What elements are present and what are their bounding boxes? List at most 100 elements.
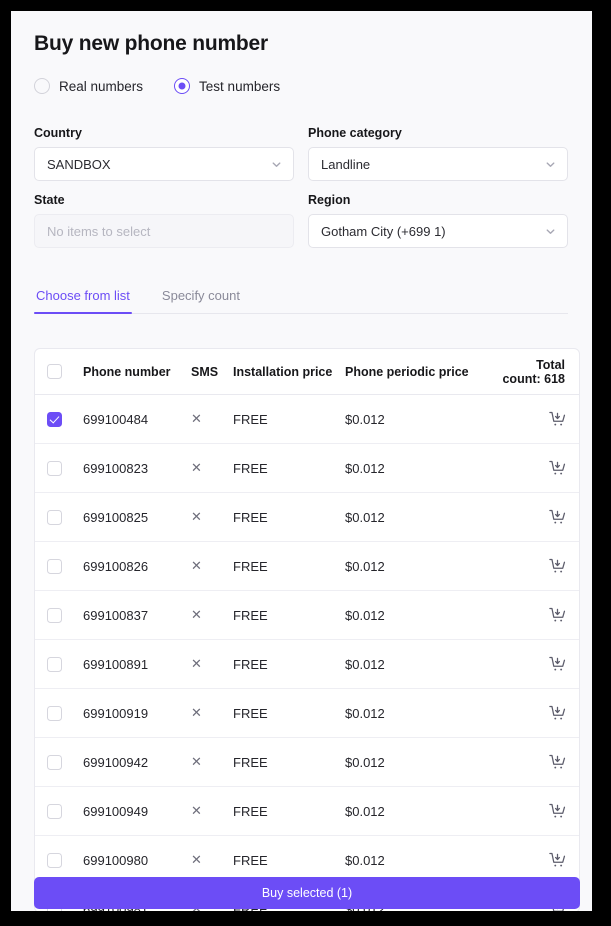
chevron-down-icon [270,158,283,171]
cell-phone-number: 699100891 [83,656,149,672]
table-row[interactable]: 699100837 ✕ FREE $0.012 [35,591,579,640]
cart-add-icon[interactable] [548,557,567,576]
table-row[interactable]: 699100949 ✕ FREE $0.012 [35,787,579,836]
table-row[interactable]: 699100823 ✕ FREE $0.012 [35,444,579,493]
row-checkbox[interactable] [47,803,62,819]
cell-cart[interactable] [535,508,579,527]
row-checkbox[interactable] [47,509,62,525]
label-region: Region [308,193,351,207]
select-state: No items to select [34,214,294,248]
table-row[interactable]: 699100942 ✕ FREE $0.012 [35,738,579,787]
tab-specify-count[interactable]: Specify count [160,282,242,313]
table-row[interactable]: 699100825 ✕ FREE $0.012 [35,493,579,542]
row-checkbox[interactable] [47,411,62,427]
cell-phone-periodic-price: $0.012 [345,558,385,574]
row-checkbox[interactable] [47,656,62,672]
radio-icon-test-numbers[interactable] [174,78,191,94]
row-checkbox[interactable] [47,705,62,721]
cell-installation-price: FREE [233,754,268,770]
cell-installation-price: FREE [233,411,268,427]
buy-selected-button[interactable]: Buy selected (1) [34,877,580,909]
cell-cart[interactable] [535,655,579,674]
cell-sms: ✕ [191,460,202,475]
table-row[interactable]: 699100826 ✕ FREE $0.012 [35,542,579,591]
row-checkbox[interactable] [47,558,62,574]
field-country: Country SANDBOX [34,126,294,181]
table-body: 699100484 ✕ FREE $0.012 699100823 ✕ FREE $0.012… [35,395,579,911]
tab-choose-from-list[interactable]: Choose from list [34,282,132,315]
page-title: Buy new phone number [34,32,269,55]
cell-sms: ✕ [191,509,202,524]
radio-icon-real-numbers[interactable] [34,78,50,94]
cart-add-icon[interactable] [548,753,567,772]
cell-sms: ✕ [191,754,202,769]
label-phone-category: Phone category [308,126,402,140]
cell-phone-number: 699100825 [83,509,149,525]
cart-add-icon[interactable] [548,459,567,478]
row-checkbox[interactable] [47,607,62,623]
row-checkbox[interactable] [47,852,62,868]
cell-phone-periodic-price: $0.012 [345,460,385,476]
cell-phone-number: 699100919 [83,705,149,721]
cell-phone-periodic-price: $0.012 [345,607,385,623]
cell-installation-price: FREE [233,607,268,623]
cart-add-icon[interactable] [548,704,567,723]
cell-cart[interactable] [535,802,579,821]
cell-phone-number: 699100826 [83,558,149,574]
cart-add-icon[interactable] [548,851,567,870]
row-checkbox[interactable] [47,754,62,770]
radio-option-test-numbers[interactable]: Test numbers [174,78,280,94]
phone-numbers-table: Phone number SMS Installation price Phon… [34,348,580,911]
radio-label-real-numbers: Real numbers [59,78,144,94]
cell-installation-price: FREE [233,509,268,525]
radio-option-real-numbers[interactable]: Real numbers [34,78,143,94]
chevron-down-icon [544,225,557,238]
cart-add-icon[interactable] [548,508,567,527]
field-phone-category: Phone category Landline [308,126,568,181]
column-header-sms: SMS [191,364,219,379]
total-count-label: Total count: 618 [502,357,565,386]
column-header-phone-periodic-price: Phone periodic price [345,364,469,379]
cell-cart[interactable] [535,851,579,870]
table-header-row: Phone number SMS Installation price Phon… [35,349,579,395]
cell-installation-price: FREE [233,656,268,672]
cart-add-icon[interactable] [548,802,567,821]
cell-phone-periodic-price: $0.012 [345,411,385,427]
cell-installation-price: FREE [233,803,268,819]
select-region-value: Gotham City (+699 1) [321,223,446,239]
select-country[interactable]: SANDBOX [34,147,294,181]
cell-sms: ✕ [191,852,202,867]
cell-sms: ✕ [191,656,202,671]
cart-add-icon[interactable] [548,606,567,625]
cell-cart[interactable] [535,410,579,429]
cell-installation-price: FREE [233,460,268,476]
cell-phone-periodic-price: $0.012 [345,509,385,525]
cell-phone-periodic-price: $0.012 [345,656,385,672]
table-row[interactable]: 699100891 ✕ FREE $0.012 [35,640,579,689]
select-phone-category[interactable]: Landline [308,147,568,181]
cell-phone-number: 699100980 [83,852,149,868]
cart-add-icon[interactable] [548,655,567,674]
select-phone-category-value: Landline [321,156,371,172]
cell-sms: ✕ [191,411,202,426]
cart-add-icon[interactable] [548,410,567,429]
table-row[interactable]: 699100484 ✕ FREE $0.012 [35,395,579,444]
cell-cart[interactable] [535,557,579,576]
cell-phone-periodic-price: $0.012 [345,705,385,721]
cell-cart[interactable] [535,704,579,723]
chevron-down-icon [544,158,557,171]
select-all-checkbox[interactable] [47,364,62,379]
cell-installation-price: FREE [233,852,268,868]
cell-sms: ✕ [191,803,202,818]
table-row[interactable]: 699100919 ✕ FREE $0.012 [35,689,579,738]
cell-cart[interactable] [535,753,579,772]
cell-cart[interactable] [535,459,579,478]
select-region[interactable]: Gotham City (+699 1) [308,214,568,248]
cell-cart[interactable] [535,606,579,625]
selection-mode-tabs: Choose from list Specify count [34,282,568,315]
number-filter-form: Country SANDBOX Phone category Landline … [34,126,568,248]
field-region: Region Gotham City (+699 1) [308,193,568,248]
row-checkbox[interactable] [47,460,62,476]
label-country: Country [34,126,82,140]
cell-sms: ✕ [191,558,202,573]
